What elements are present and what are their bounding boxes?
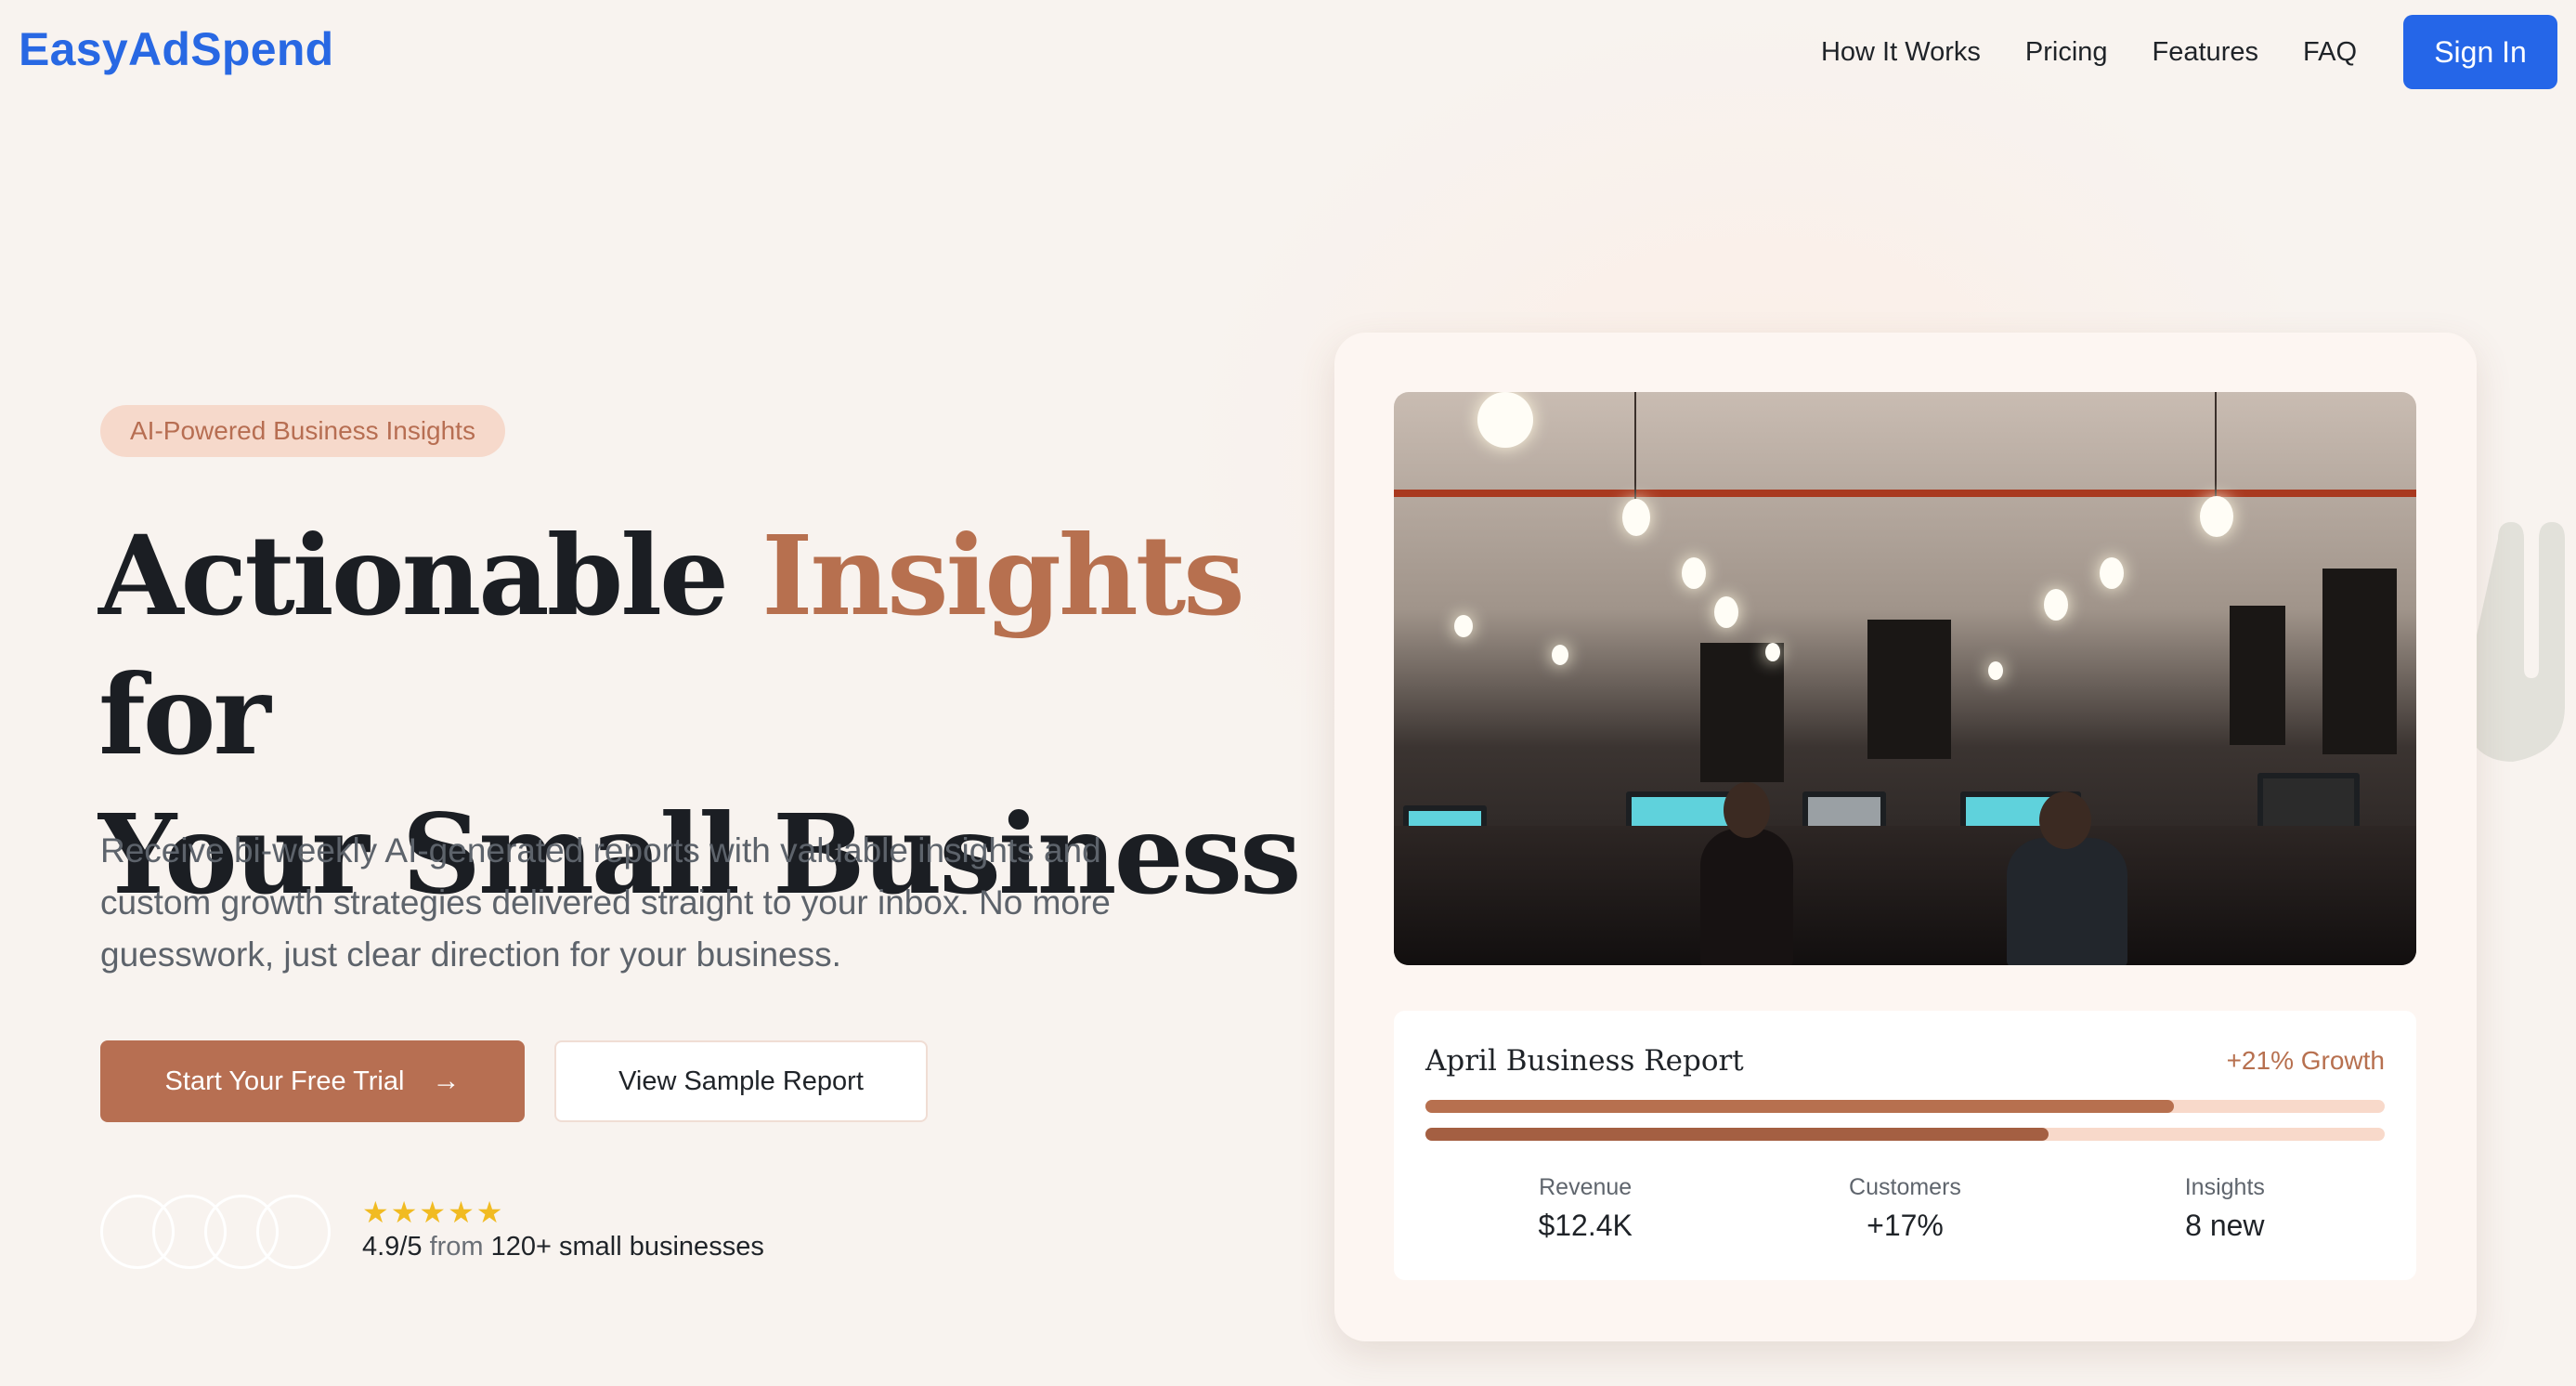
bulb-cord (1634, 392, 1636, 499)
window (1700, 643, 1784, 782)
customer-avatars (100, 1195, 332, 1271)
avatar (256, 1195, 331, 1269)
rating-text: 4.9/5 from 120+ small businesses (362, 1232, 764, 1262)
light-bulb (1622, 499, 1650, 536)
start-free-trial-label: Start Your Free Trial (164, 1066, 405, 1096)
report-stats: Revenue $12.4K Customers +17% Insights 8… (1425, 1174, 2385, 1243)
light-bulb (2100, 557, 2124, 589)
nav-link-how-it-works[interactable]: How It Works (1821, 37, 1981, 68)
stat-revenue: Revenue $12.4K (1425, 1174, 1745, 1243)
report-preview-card: April Business Report +21% Growth Revenu… (1334, 333, 2477, 1341)
light-bulb (1552, 645, 1568, 665)
window (2230, 606, 2285, 745)
nav-link-pricing[interactable]: Pricing (2025, 37, 2108, 68)
bulb-cord (2215, 392, 2217, 499)
arrow-right-icon: → (432, 1066, 461, 1096)
desk (1394, 826, 2416, 965)
hero-subcopy: Receive bi-weekly AI-generated reports w… (100, 831, 1111, 974)
progress-bar (1425, 1100, 2385, 1113)
person (2007, 838, 2127, 965)
light-bulb (2044, 589, 2068, 621)
window (1867, 620, 1951, 759)
stat-label: Insights (2184, 1174, 2265, 1200)
sign-in-button[interactable]: Sign In (2403, 15, 2557, 89)
start-free-trial-button[interactable]: Start Your Free Trial → (100, 1040, 525, 1122)
progress-bar (1425, 1128, 2385, 1141)
light-bulb (2200, 496, 2233, 537)
nav-link-faq[interactable]: FAQ (2303, 37, 2357, 68)
decorative-shape (2470, 522, 2565, 762)
light-bulb (1454, 615, 1473, 637)
light-bulb (1682, 557, 1706, 589)
stat-value: $12.4K (1538, 1209, 1633, 1242)
ceiling-beam (1394, 490, 2416, 497)
report-growth: +21% Growth (2226, 1046, 2385, 1075)
hero-badge: AI-Powered Business Insights (100, 405, 505, 457)
progress-fill (1425, 1128, 2049, 1141)
rating-count: 120+ small businesses (490, 1232, 764, 1262)
light-bulb (1477, 392, 1533, 448)
report-title: April Business Report (1425, 1044, 1744, 1078)
nav-links: How It Works Pricing Features FAQ Sign I… (1821, 15, 2557, 89)
rating-score: 4.9/5 (362, 1232, 423, 1262)
stat-value: +17% (1867, 1209, 1944, 1242)
stat-insights: Insights 8 new (2065, 1174, 2385, 1243)
stat-label: Revenue (1539, 1174, 1633, 1200)
stat-label: Customers (1849, 1174, 1961, 1200)
headline-accent: Insights (761, 511, 1244, 640)
stat-customers: Customers +17% (1745, 1174, 2064, 1243)
light-bulb (1765, 643, 1780, 661)
landing-page: EasyAdSpend How It Works Pricing Feature… (0, 0, 2576, 1386)
top-nav: EasyAdSpend How It Works Pricing Feature… (0, 0, 2576, 104)
person (1700, 829, 1793, 965)
business-report-summary: April Business Report +21% Growth Revenu… (1394, 1011, 2416, 1280)
window (2322, 569, 2397, 754)
stat-value: 8 new (2185, 1209, 2265, 1242)
person-head (1724, 782, 1770, 838)
light-bulb (1714, 596, 1738, 628)
headline-part2: for (98, 650, 271, 779)
headline-part1: Actionable (98, 511, 762, 640)
star-rating-icon: ★★★★★ (362, 1196, 505, 1229)
person-head (2039, 791, 2091, 849)
progress-fill (1425, 1100, 2174, 1113)
brand-logo[interactable]: EasyAdSpend (19, 22, 334, 76)
office-photo (1394, 392, 2416, 965)
light-bulb (1988, 661, 2003, 680)
rating-from: from (429, 1232, 484, 1262)
view-sample-report-button[interactable]: View Sample Report (554, 1040, 928, 1122)
nav-link-features[interactable]: Features (2153, 37, 2258, 68)
